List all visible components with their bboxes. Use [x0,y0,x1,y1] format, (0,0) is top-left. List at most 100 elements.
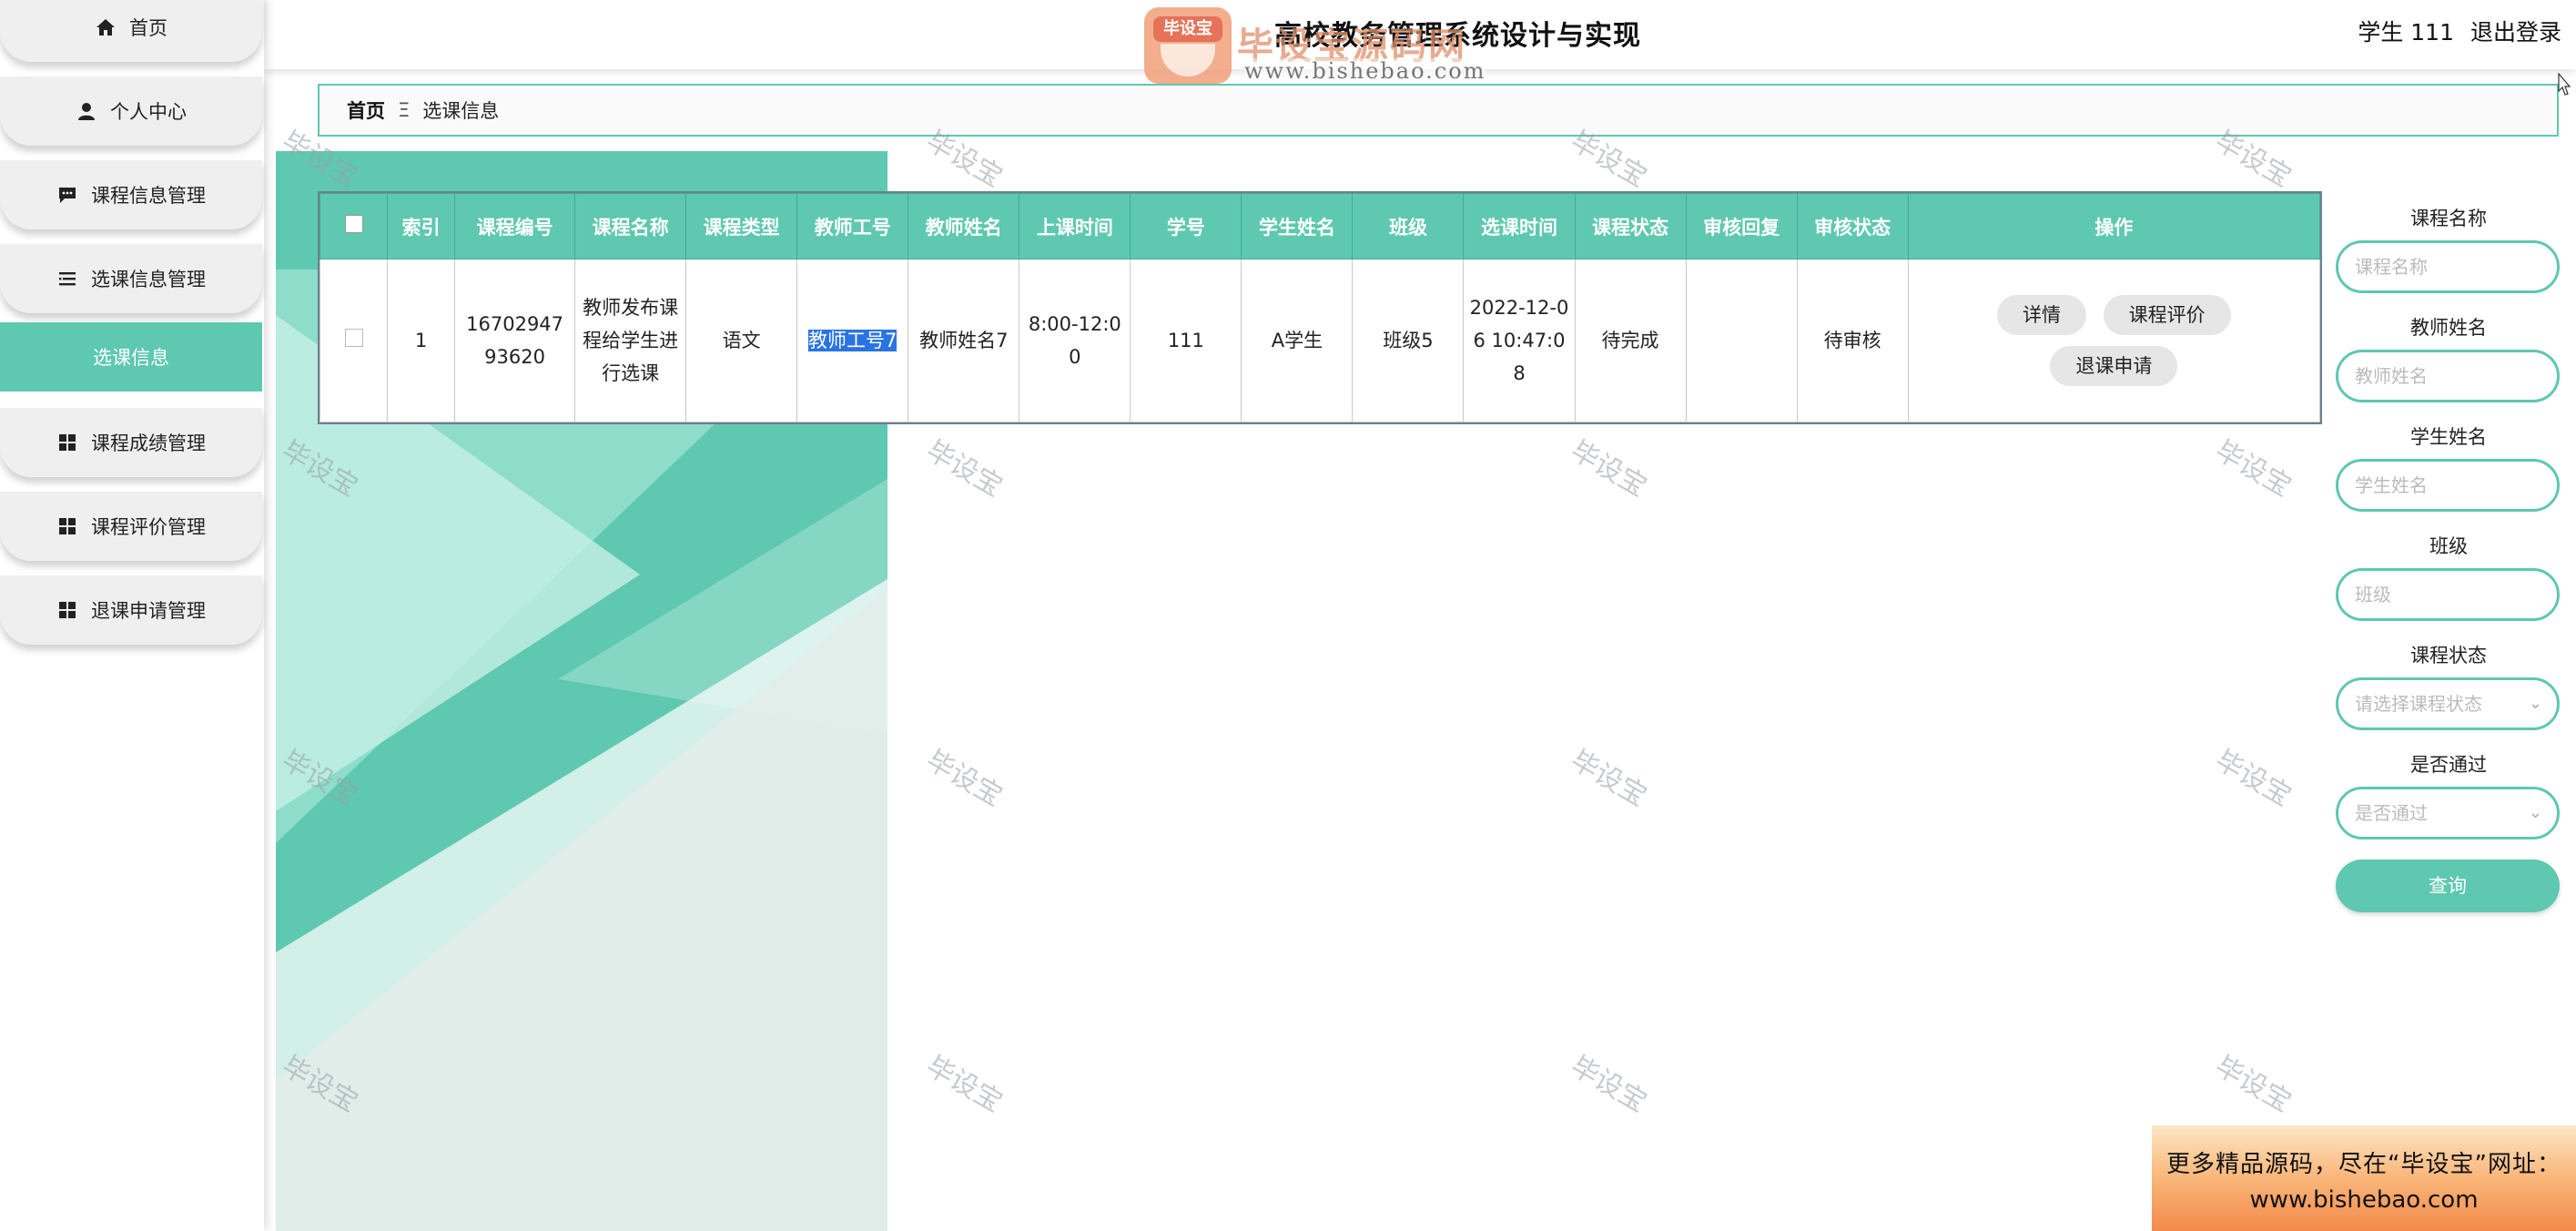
select-all-checkbox[interactable] [319,193,389,259]
column-header: 课程编号 [454,193,576,259]
passed-value: 是否通过 [2355,802,2428,824]
chat-icon [56,184,78,206]
watermark-tile: 毕设宝 [920,744,1008,813]
cell-actions: 详情 课程评价 退课申请 [1907,259,2321,422]
home-icon [95,16,117,38]
passed-select[interactable]: 是否通过 ⌄ [2336,787,2560,839]
course-name-label: 课程名称 [2410,208,2487,229]
watermark-tile: 毕设宝 [920,434,1008,504]
cell-index: 1 [387,259,456,422]
sidebar-item-home[interactable]: 首页 [0,0,262,62]
mouse-cursor-icon [2558,73,2571,96]
drop-course-request-button[interactable]: 退课申请 [2050,346,2178,386]
chevron-down-icon: ⌄ [2528,803,2542,822]
grid-icon [56,515,78,537]
column-header: 操作 [1907,193,2321,259]
chevron-down-icon: ⌄ [2528,694,2542,713]
column-header: 学号 [1130,193,1242,259]
sidebar-item-label: 选课信息管理 [91,269,206,290]
cell-course-type: 语文 [685,259,798,422]
column-header: 学生姓名 [1241,193,1354,259]
detail-button[interactable]: 详情 [1996,295,2086,335]
breadcrumb-home[interactable]: 首页 [347,97,385,124]
selected-text: 教师工号7 [808,330,898,351]
sidebar-item-evaluation-manage[interactable]: 课程评价管理 [0,492,262,561]
column-header: 审核回复 [1685,193,1798,259]
query-button[interactable]: 查询 [2336,860,2560,912]
table-row: 1 1670294793620 教师发布课程给学生进行选课 语文 教师工号7 教… [319,259,2321,422]
cell-review-reply [1685,259,1798,422]
column-header: 班级 [1352,193,1465,259]
sidebar-item-label: 课程成绩管理 [91,432,206,454]
sidebar-item-label: 课程信息管理 [91,185,206,207]
course-status-label: 课程状态 [2410,645,2487,666]
page: 首页 个人中心 课程信息管理 选课信息管理 选课信息 课程成绩管理 课程评价管理… [0,0,2576,1231]
class-label: 班级 [2429,535,2468,557]
column-header: 课程状态 [1574,193,1687,259]
data-table: 索引 课程编号 课程名称 课程类型 教师工号 教师姓名 上课时间 学号 学生姓名… [318,191,2322,424]
passed-label: 是否通过 [2410,754,2487,776]
column-header: 审核状态 [1796,193,1909,259]
column-header: 上课时间 [1019,193,1131,259]
column-header: 索引 [387,193,456,259]
watermark-tile: 毕设宝 [1565,434,1652,504]
cell-class-time: 8:00-12:00 [1019,259,1131,422]
user-menu: 学生 111 退出登录 [2358,15,2561,47]
breadcrumb-current: 选课信息 [422,100,500,122]
sidebar-item-label: 课程评价管理 [91,516,206,538]
promo-banner[interactable]: 更多精品源码，尽在“毕设宝”网址： www.bishebao.com [2152,1125,2576,1231]
cell-course-status: 待完成 [1574,259,1687,422]
header: 高校教务管理系统设计与实现 学生 111 退出登录 [264,0,2576,69]
watermark-tile: 毕设宝 [1565,744,1652,813]
watermark-tile: 毕设宝 [920,1050,1008,1119]
sidebar-item-course-info[interactable]: 课程信息管理 [0,160,262,229]
cell-student-name: A学生 [1241,259,1354,422]
cell-select-time: 2022-12-06 10:47:08 [1463,259,1576,422]
search-panel: 课程名称 教师姓名 学生姓名 班级 课程状态 请选择课程状态 ⌄ 是否通过 是否… [2336,204,2561,912]
breadcrumb-separator-icon: Ξ [398,99,411,121]
sidebar-subitem-selection-info[interactable]: 选课信息 [0,322,262,392]
column-header: 教师姓名 [908,193,1020,259]
grid-icon [56,599,78,621]
column-header: 课程类型 [685,193,798,259]
promo-line-2: www.bishebao.com [2249,1186,2479,1214]
cell-student-no: 111 [1130,259,1242,422]
cell-course-name: 教师发布课程给学生进行选课 [574,259,687,422]
sidebar-item-personal-center[interactable]: 个人中心 [0,76,262,146]
sidebar-item-grade-manage[interactable]: 课程成绩管理 [0,408,262,477]
grid-icon [56,432,78,453]
sidebar-item-drop-request-manage[interactable]: 退课申请管理 [0,575,262,645]
student-name-input[interactable] [2336,459,2560,512]
cell-class: 班级5 [1352,259,1465,422]
logout-link[interactable]: 退出登录 [2470,15,2561,47]
watermark-tile: 毕设宝 [2209,434,2297,504]
user-icon [76,100,97,122]
row-checkbox[interactable] [319,259,389,422]
teacher-name-label: 教师姓名 [2410,317,2487,339]
promo-line-1: 更多精品源码，尽在“毕设宝”网址： [2166,1151,2561,1178]
cell-course-no: 1670294793620 [454,259,576,422]
cell-teacher-name: 教师姓名7 [908,259,1020,422]
cell-teacher-no: 教师工号7 [796,259,909,422]
sidebar-item-label: 个人中心 [110,101,187,123]
sidebar-item-label: 首页 [129,17,167,39]
sidebar-item-label: 选课信息 [93,347,169,369]
table-header-row: 索引 课程编号 课程名称 课程类型 教师工号 教师姓名 上课时间 学号 学生姓名… [319,193,2321,259]
sidebar-item-selection-info-manage[interactable]: 选课信息管理 [0,244,262,313]
course-status-select[interactable]: 请选择课程状态 ⌄ [2336,677,2560,730]
teacher-name-input[interactable] [2336,350,2560,402]
breadcrumb: 首页 Ξ 选课信息 [318,84,2559,137]
watermark-tile: 毕设宝 [2209,1050,2297,1119]
course-name-input[interactable] [2336,240,2560,293]
sidebar: 首页 个人中心 课程信息管理 选课信息管理 选课信息 课程成绩管理 课程评价管理… [0,0,264,1231]
evaluate-course-button[interactable]: 课程评价 [2103,295,2231,335]
column-header: 教师工号 [796,193,909,259]
class-input[interactable] [2336,568,2560,621]
page-title: 高校教务管理系统设计与实现 [1274,20,1641,52]
watermark-tile: 毕设宝 [2209,744,2297,813]
list-icon [56,268,78,290]
cell-review-status: 待审核 [1796,259,1909,422]
course-status-value: 请选择课程状态 [2355,693,2482,715]
watermark-tile: 毕设宝 [1565,1050,1652,1119]
student-name-label: 学生姓名 [2410,426,2487,448]
